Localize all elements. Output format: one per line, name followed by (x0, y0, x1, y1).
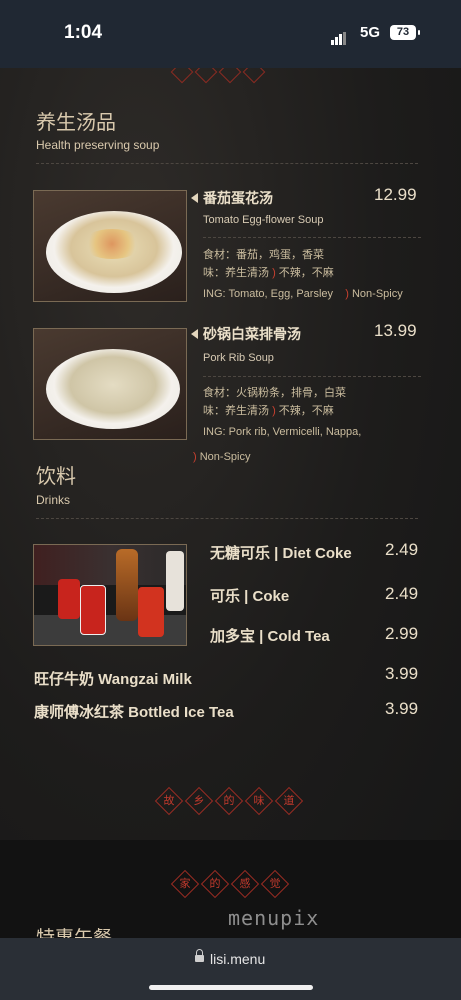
soup-1-name-en: Tomato Egg-flower Soup (203, 214, 324, 226)
drink-4-name: 旺仔牛奶 Wangzai Milk (34, 671, 192, 688)
soup-2-name-en: Pork Rib Soup (203, 352, 274, 364)
pepper-icon: ) (272, 405, 279, 417)
soup-1-name: 番茄蛋花汤 (203, 190, 273, 206)
soup-2-price: 13.99 (374, 321, 417, 340)
banner-hometown-taste: 故 乡 的 味 道 (154, 786, 304, 816)
pepper-icon: ) (336, 288, 352, 300)
battery-icon: 73 (390, 25, 420, 40)
soup-section-title-en: Health preserving soup (36, 138, 160, 152)
soup-1-ingredients-cn: 食材：番茄，鸡蛋，香菜 (203, 249, 324, 261)
soup-1-price: 12.99 (374, 185, 417, 204)
banner-char: 感 (239, 877, 251, 890)
soup-1-ing-en-row: ING: Tomato, Egg, Parsley ) Non-Spicy (203, 288, 403, 300)
soup-1-taste-label: 味：养生清汤 (203, 267, 269, 279)
drink-1-name: 无糖可乐 | Diet Coke (210, 545, 352, 562)
banner-char: 觉 (269, 877, 281, 890)
drink-2-price: 2.49 (385, 584, 419, 603)
url-text[interactable]: lisi.menu (210, 951, 265, 967)
network-label: 5G (360, 24, 381, 41)
pointer-icon (191, 193, 198, 203)
pork-rib-soup-image (33, 328, 187, 440)
soup-section-title-cn: 养生汤品 (36, 110, 116, 134)
pepper-icon: ) (272, 267, 279, 279)
banner-char: 道 (283, 794, 295, 807)
banner-char: 家 (179, 877, 191, 890)
divider (36, 163, 418, 164)
menu-page[interactable]: 养生汤品 Health preserving soup 番茄蛋花汤 12.99 … (0, 68, 461, 938)
drink-2-name: 可乐 | Coke (210, 588, 290, 605)
soup-2-spicy-cn: 不辣，不麻 (278, 405, 334, 417)
browser-url-bar[interactable]: lisi.menu (0, 938, 461, 1000)
status-bar: 1:04 5G 73 (0, 0, 461, 68)
soup-2-taste-label: 味：养生清汤 (203, 405, 269, 417)
tomato-egg-soup-image (33, 190, 187, 302)
drink-5-price: 3.99 (385, 699, 419, 718)
soup-1-ing-en: ING: Tomato, Egg, Parsley (203, 288, 334, 300)
lock-icon (195, 949, 204, 962)
home-indicator[interactable] (149, 985, 313, 990)
banner-char: 故 (163, 794, 175, 807)
divider (36, 518, 418, 519)
drink-3-name: 加多宝 | Cold Tea (210, 628, 330, 645)
special-lunch-heading: 特惠午餐 (36, 927, 113, 938)
soup-1-taste-cn: 味：养生清汤 ) 不辣，不麻 (203, 264, 334, 280)
status-time: 1:04 (64, 22, 103, 43)
soup-1-spicy-cn: 不辣，不麻 (278, 267, 334, 279)
drink-1-price: 2.49 (385, 540, 419, 559)
drink-4-price: 3.99 (385, 664, 419, 683)
soup-2-taste-cn: 味：养生清汤 ) 不辣，不麻 (203, 402, 334, 418)
soup-1-spicy-en: Non-Spicy (351, 288, 403, 300)
soup-2-spicy-en: Non-Spicy (199, 451, 251, 463)
drinks-image (33, 544, 187, 646)
banner-home-feeling: 家 的 感 觉 (170, 869, 290, 899)
soup-2-spicy-en-row: ) Non-Spicy (193, 451, 250, 463)
top-decoration (170, 68, 290, 84)
drinks-section-title-cn: 饮料 (36, 464, 76, 488)
menupix-watermark: menupix (228, 906, 320, 930)
banner-char: 味 (253, 794, 265, 807)
soup-2-name: 砂锅白菜排骨汤 (203, 326, 301, 342)
banner-char: 的 (209, 877, 221, 890)
signal-icon (331, 27, 347, 45)
soup-2-ingredients-cn: 食材：火锅粉条，排骨，白菜 (203, 387, 346, 399)
drink-3-price: 2.99 (385, 624, 419, 643)
drink-5-name: 康师傅冰红茶 Bottled Ice Tea (34, 704, 234, 721)
soup-2-ing-en: ING: Pork rib, Vermicelli, Nappa, (203, 426, 362, 438)
pepper-icon: ) (193, 451, 200, 463)
banner-char: 乡 (193, 794, 205, 807)
divider (203, 237, 421, 238)
banner-char: 的 (223, 794, 235, 807)
drinks-section-title-en: Drinks (36, 493, 71, 507)
pointer-icon (191, 329, 198, 339)
divider (203, 376, 421, 377)
